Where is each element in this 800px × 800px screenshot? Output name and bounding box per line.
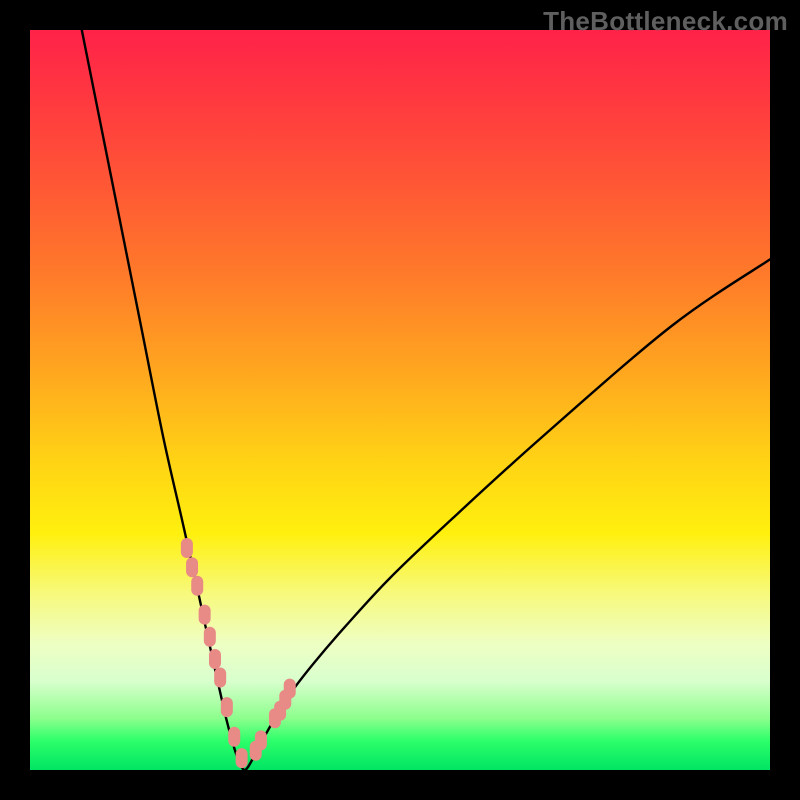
curve-marker (255, 730, 267, 750)
curve-marker (221, 697, 233, 717)
bottleneck-curve (82, 30, 770, 770)
curve-marker (191, 576, 203, 596)
curve-marker (228, 727, 240, 747)
curve-marker (284, 679, 296, 699)
curve-layer (30, 30, 770, 770)
chart-frame: TheBottleneck.com (0, 0, 800, 800)
curve-marker (181, 538, 193, 558)
plot-area (30, 30, 770, 770)
curve-marker (209, 649, 221, 669)
curve-marker (236, 748, 248, 768)
curve-marker (199, 605, 211, 625)
curve-marker (186, 557, 198, 577)
curve-marker (214, 668, 226, 688)
watermark-text: TheBottleneck.com (543, 6, 788, 37)
marker-group (181, 538, 296, 768)
curve-marker (204, 627, 216, 647)
